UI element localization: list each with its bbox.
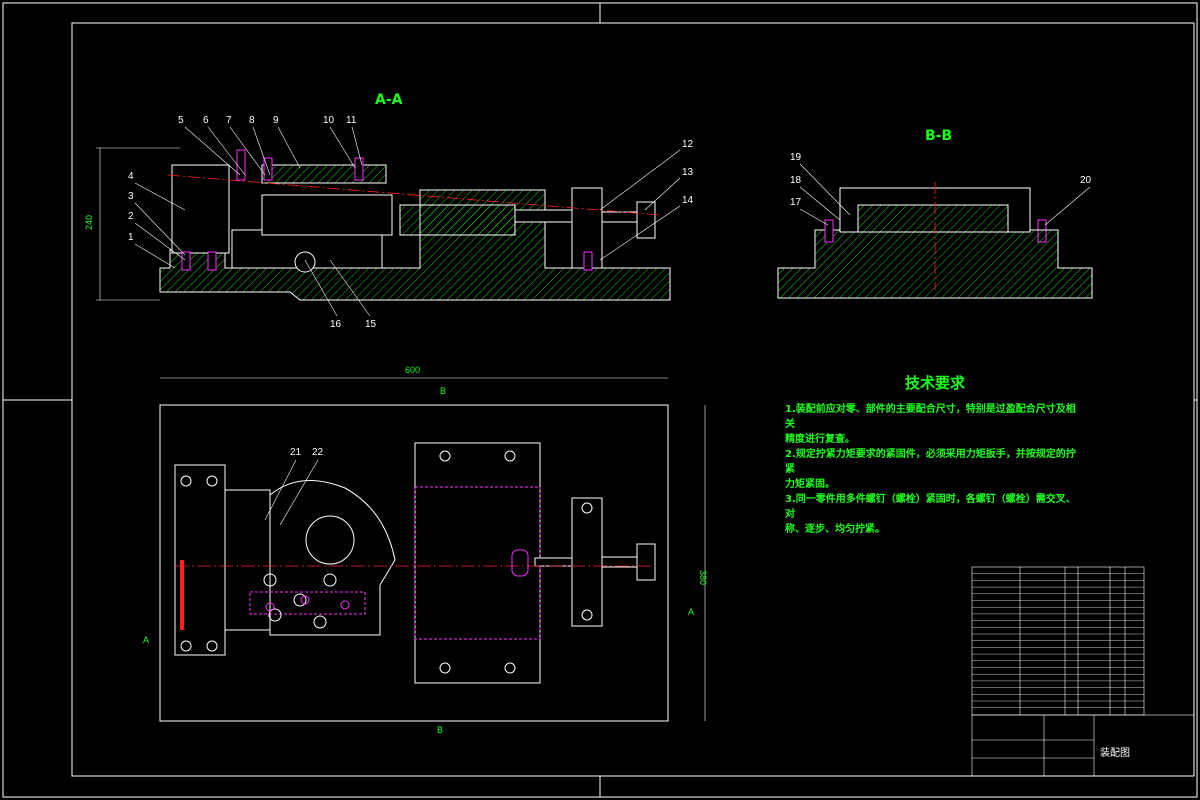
label-2: 2 bbox=[128, 211, 134, 222]
technical-requirements-title: 技术要求 bbox=[905, 374, 966, 392]
section-bb-view bbox=[777, 182, 1093, 299]
label-16: 16 bbox=[330, 319, 342, 330]
shaft bbox=[261, 194, 393, 236]
requirement-line: 2.规定拧紧力矩要求的紧固件，必须采用力矩扳手，并按规定的拧紧 bbox=[785, 449, 1076, 475]
technical-requirements: 1.装配前应对零、部件的主要配合尺寸，特别是过盈配合尺寸及相关 精度进行复查。 … bbox=[785, 402, 1085, 537]
requirement-line: 称、逐步、均匀拧紧。 bbox=[785, 524, 885, 535]
dim-plan-height: 380 bbox=[698, 570, 708, 585]
marker-b-bottom: B bbox=[437, 725, 443, 735]
label-19: 19 bbox=[790, 152, 802, 163]
assembly-drawing: 240 5 6 7 8 9 10 11 4 3 2 1 12 13 14 16 … bbox=[2, 2, 1198, 798]
requirement-line: 3.同一零件用多件螺钉（螺栓）紧固时，各螺钉（螺栓）需交叉、对 bbox=[785, 494, 1076, 520]
screw-rod bbox=[514, 209, 576, 223]
label-13: 13 bbox=[682, 167, 694, 178]
label-7: 7 bbox=[226, 115, 232, 126]
drawing-name: 装配图 bbox=[1100, 748, 1130, 759]
section-aa-title: A-A bbox=[375, 92, 403, 108]
section-bb-title: B-B bbox=[925, 128, 952, 144]
requirement-line: 力矩紧固。 bbox=[785, 479, 835, 490]
handle-13 bbox=[601, 211, 638, 223]
label-22: 22 bbox=[312, 447, 324, 458]
label-1: 1 bbox=[128, 232, 134, 243]
clamp-plate-9 bbox=[261, 164, 387, 184]
label-21: 21 bbox=[290, 447, 302, 458]
label-8: 8 bbox=[249, 115, 255, 126]
label-6: 6 bbox=[203, 115, 209, 126]
knob-14 bbox=[636, 201, 656, 239]
label-11: 11 bbox=[346, 115, 357, 126]
marker-a-right: A bbox=[688, 607, 694, 617]
label-14: 14 bbox=[682, 195, 694, 206]
dim-plan-width: 600 bbox=[405, 365, 420, 375]
label-18: 18 bbox=[790, 175, 802, 186]
label-20: 20 bbox=[1080, 175, 1092, 186]
title-block bbox=[971, 566, 1195, 777]
label-5: 5 bbox=[178, 115, 184, 126]
label-17: 17 bbox=[790, 197, 802, 208]
label-3: 3 bbox=[128, 191, 134, 202]
slide-block bbox=[399, 204, 516, 236]
label-9: 9 bbox=[273, 115, 279, 126]
dim-height-aa: 240 bbox=[84, 215, 94, 230]
label-4: 4 bbox=[128, 171, 134, 182]
label-15: 15 bbox=[365, 319, 377, 330]
label-10: 10 bbox=[323, 115, 335, 126]
label-12: 12 bbox=[682, 139, 694, 150]
requirement-line: 精度进行复查。 bbox=[785, 434, 855, 445]
plan-view: 600 380 B B A A bbox=[143, 365, 708, 735]
marker-a-left: A bbox=[143, 635, 149, 645]
plan-part-labels: 21 22 bbox=[290, 447, 324, 458]
requirement-line: 1.装配前应对零、部件的主要配合尺寸，特别是过盈配合尺寸及相关 bbox=[785, 404, 1076, 430]
marker-b-top: B bbox=[440, 386, 446, 396]
